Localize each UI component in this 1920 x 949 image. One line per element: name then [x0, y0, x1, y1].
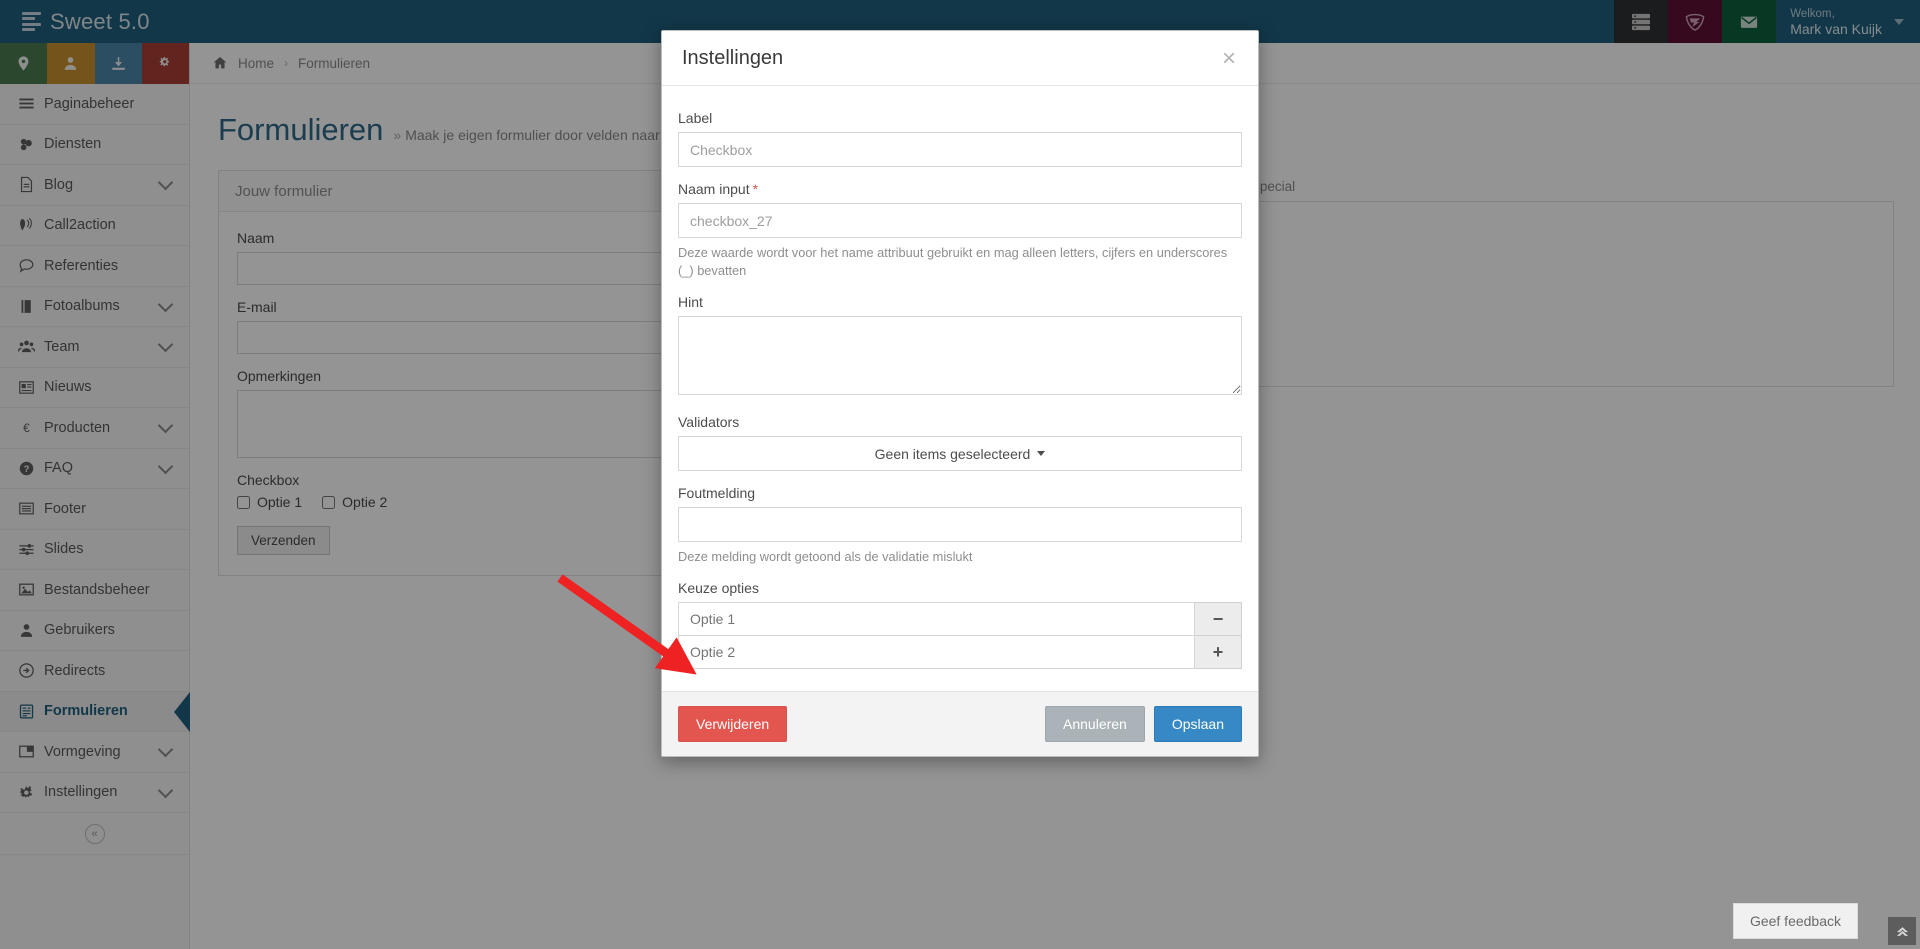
label-field-group: Label: [678, 110, 1242, 167]
application-window: Sweet 5.0 Welkom, Mark van Kuijk Paginab…: [0, 0, 1920, 949]
modal-body: Label Naam input* Deze waarde wordt voor…: [662, 86, 1258, 691]
validators-field-group: Validators Geen items geselecteerd: [678, 414, 1242, 471]
validators-field-label: Validators: [678, 414, 740, 430]
remove-option-button[interactable]: −: [1195, 602, 1242, 636]
hint-field-group: Hint: [678, 294, 1242, 400]
modal-header: Instellingen ×: [662, 31, 1258, 86]
required-marker: *: [752, 181, 759, 197]
validators-selected-text: Geen items geselecteerd: [874, 445, 1031, 462]
label-input[interactable]: [678, 132, 1242, 167]
error-field-help: Deze melding wordt getoond als de valida…: [678, 549, 973, 564]
name-field-label: Naam input *: [678, 181, 1242, 197]
name-field-group: Naam input* Deze waarde wordt voor het n…: [678, 181, 1242, 280]
choice-options-label: Keuze opties: [678, 580, 759, 596]
choice-options-group: Keuze opties − +: [678, 580, 1242, 669]
add-option-button[interactable]: +: [1195, 635, 1242, 669]
error-message-input[interactable]: [678, 507, 1242, 542]
chevron-down-icon: [1037, 451, 1046, 456]
annuleren-button[interactable]: Annuleren: [1045, 706, 1145, 742]
feedback-button[interactable]: Geef feedback: [1732, 903, 1858, 939]
hint-field-label: Hint: [678, 294, 703, 310]
verwijderen-button[interactable]: Verwijderen: [678, 706, 788, 742]
error-field-label: Foutmelding: [678, 485, 756, 501]
name-field-help: Deze waarde wordt voor het name attribuu…: [678, 245, 1228, 278]
error-field-group: Foutmelding Deze melding wordt getoond a…: [678, 485, 1242, 566]
choice-option-row: −: [678, 602, 1242, 636]
modal-footer: Verwijderen Annuleren Opslaan: [662, 691, 1258, 756]
modal-title: Instellingen: [682, 47, 784, 69]
hint-textarea[interactable]: [678, 316, 1242, 395]
modal-footer-actions: Annuleren Opslaan: [1045, 706, 1242, 742]
validators-dropdown[interactable]: Geen items geselecteerd: [678, 436, 1242, 471]
label-field-label: Label: [678, 110, 713, 126]
option-2-input[interactable]: [678, 635, 1195, 669]
settings-modal: Instellingen × Label Naam input* Deze wa…: [661, 30, 1259, 757]
chevron-up-icon: [1896, 926, 1908, 936]
opslaan-button[interactable]: Opslaan: [1153, 706, 1242, 742]
name-input[interactable]: [678, 203, 1242, 238]
choice-option-row: +: [678, 635, 1242, 669]
name-field-label-text: Naam input: [678, 181, 750, 197]
scroll-to-top-button[interactable]: [1888, 917, 1916, 945]
option-1-input[interactable]: [678, 602, 1195, 636]
close-icon[interactable]: ×: [1220, 46, 1238, 70]
